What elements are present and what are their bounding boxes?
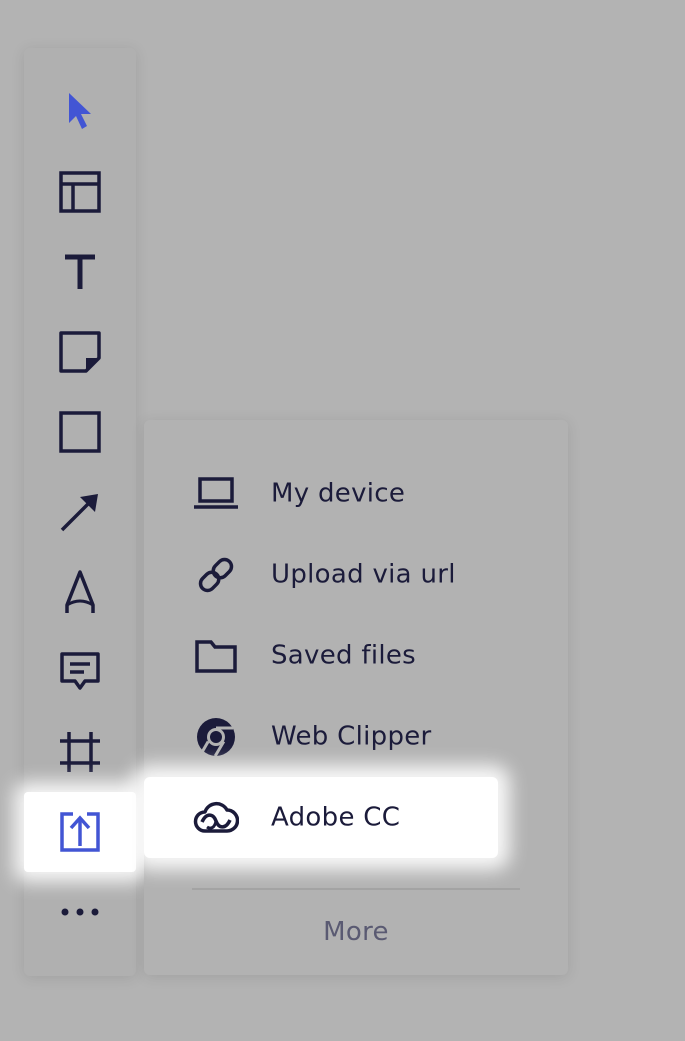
tool-pen[interactable] [24, 552, 136, 632]
left-toolbar [24, 48, 136, 976]
comment-icon [60, 652, 100, 690]
cursor-arrow-icon [69, 93, 91, 129]
upload-icon [60, 812, 100, 852]
tool-comment[interactable] [24, 632, 136, 712]
more-button[interactable]: More [144, 908, 568, 956]
menu-divider [192, 888, 520, 890]
square-shape-icon [59, 411, 101, 453]
tool-frame[interactable] [24, 712, 136, 792]
menu-item-upload-via-url[interactable]: Upload via url [144, 534, 568, 615]
adobe-cc-icon [192, 794, 240, 842]
more-dots-icon [61, 908, 99, 916]
chrome-icon [192, 713, 240, 761]
menu-item-label: Upload via url [271, 558, 456, 589]
pen-draw-icon [65, 570, 95, 613]
menu-item-my-device[interactable]: My device [144, 453, 568, 534]
menu-item-web-clipper[interactable]: Web Clipper [144, 696, 568, 777]
frame-icon [60, 732, 100, 772]
link-icon [192, 551, 240, 599]
menu-item-label: Adobe CC [271, 801, 401, 832]
sticky-note-icon [59, 331, 101, 373]
tool-line[interactable] [24, 472, 136, 552]
menu-item-adobe-cc[interactable]: Adobe CC [144, 777, 498, 858]
tool-shapes[interactable] [24, 392, 136, 472]
tool-text[interactable] [24, 232, 136, 312]
layout-template-icon [59, 171, 101, 213]
tool-sticky-note[interactable] [24, 312, 136, 392]
text-t-icon [65, 254, 95, 289]
menu-item-label: My device [271, 477, 406, 508]
tool-select[interactable] [24, 72, 136, 152]
tool-templates[interactable] [24, 152, 136, 232]
upload-menu-panel: My device Upload via url Saved files Web… [144, 420, 568, 975]
menu-item-label: Web Clipper [271, 720, 432, 751]
laptop-icon [192, 470, 240, 518]
folder-icon [192, 632, 240, 680]
arrow-line-icon [60, 494, 98, 532]
menu-item-saved-files[interactable]: Saved files [144, 615, 568, 696]
tool-upload[interactable] [24, 792, 136, 872]
tool-more[interactable] [24, 872, 136, 952]
menu-item-label: Saved files [271, 639, 417, 670]
